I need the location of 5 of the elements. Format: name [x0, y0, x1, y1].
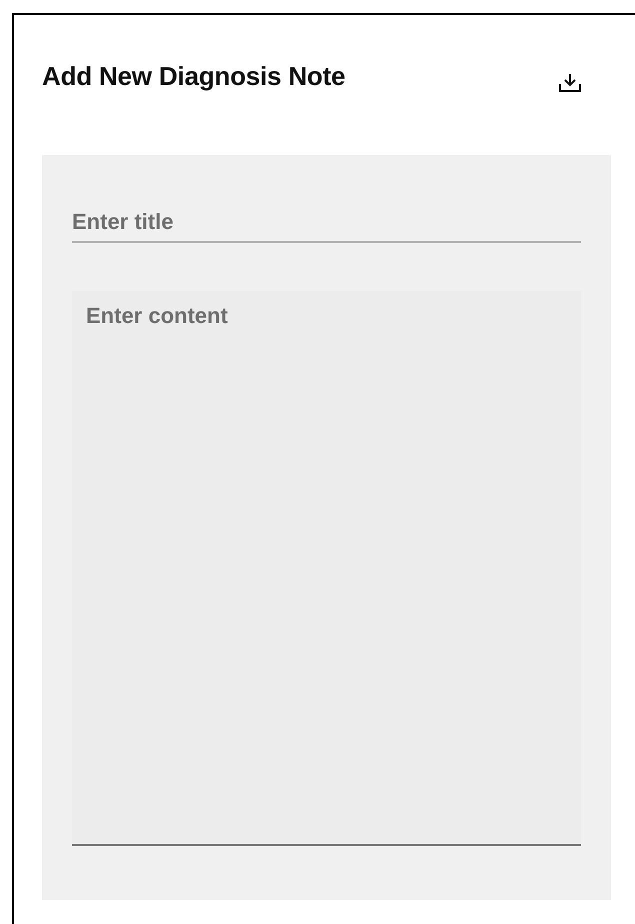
page-title: Add New Diagnosis Note — [42, 60, 346, 92]
download-icon — [558, 73, 582, 93]
content-field[interactable]: Enter content — [72, 291, 581, 846]
title-field[interactable]: Enter title — [72, 203, 581, 243]
download-button[interactable] — [557, 72, 583, 94]
